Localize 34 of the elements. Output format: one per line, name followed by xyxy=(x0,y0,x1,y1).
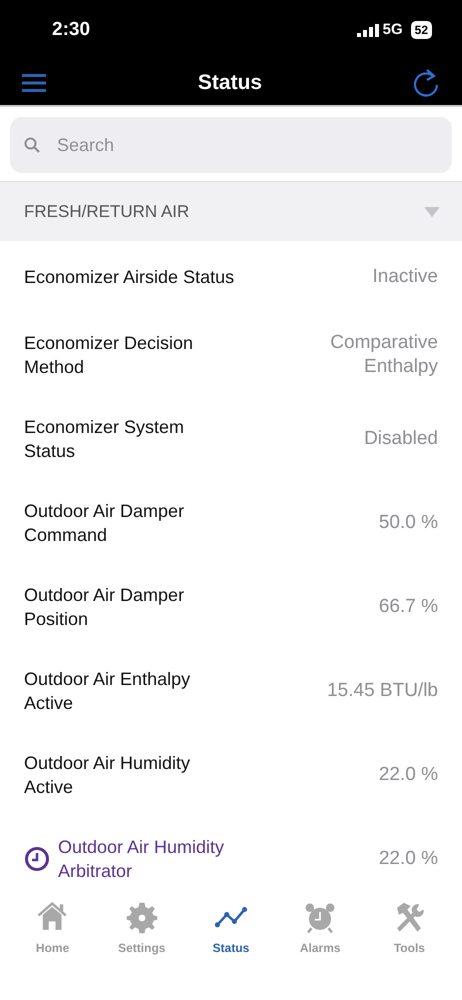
status-time: 2:30 xyxy=(52,18,90,42)
battery-indicator: 52 xyxy=(410,21,432,39)
gear-icon xyxy=(124,901,159,935)
row-value: 50.0 % xyxy=(378,511,438,535)
row-label: Economizer Decision Method xyxy=(24,332,194,379)
row-value: 66.7 % xyxy=(378,595,438,619)
tab-button[interactable]: Home xyxy=(8,900,98,958)
row-value: 22.0 % xyxy=(378,847,438,871)
row-value: Disabled xyxy=(364,427,438,451)
tab-button[interactable]: Status xyxy=(186,900,276,958)
menu-icon[interactable] xyxy=(22,74,46,92)
row-label: Outdoor Air Enthalpy Active xyxy=(24,668,192,715)
network-label: 5G xyxy=(382,20,403,40)
search-field[interactable]: Search xyxy=(10,117,452,173)
row-value: Inactive xyxy=(372,265,438,289)
row-value: Comparative Enthalpy xyxy=(329,331,438,379)
section-header[interactable]: FRESH/RETURN AIR xyxy=(0,181,462,241)
row-label: Economizer Airside Status xyxy=(24,266,234,289)
search-icon xyxy=(24,137,40,153)
tab-button[interactable]: Alarms xyxy=(276,900,365,958)
clock-icon xyxy=(24,846,50,872)
tab-button[interactable]: Settings xyxy=(97,900,186,958)
row-label: Outdoor Air Humidity Active xyxy=(24,752,192,799)
refresh-icon[interactable] xyxy=(414,68,440,98)
row-label: Economizer System Status xyxy=(24,416,186,463)
row-label: Outdoor Air Damper Command xyxy=(24,500,186,547)
row-value: 22.0 % xyxy=(378,763,438,787)
row-label: Outdoor Air Humidity Arbitrator xyxy=(58,836,226,883)
signal-icon xyxy=(356,24,379,36)
tab-button[interactable]: Tools xyxy=(364,900,454,958)
screen-title: Status xyxy=(198,70,262,96)
alarm-clock-icon xyxy=(303,901,338,935)
row-label: Outdoor Air Damper Position xyxy=(24,584,186,631)
row-value: 15.45 BTU/lb xyxy=(327,679,438,703)
